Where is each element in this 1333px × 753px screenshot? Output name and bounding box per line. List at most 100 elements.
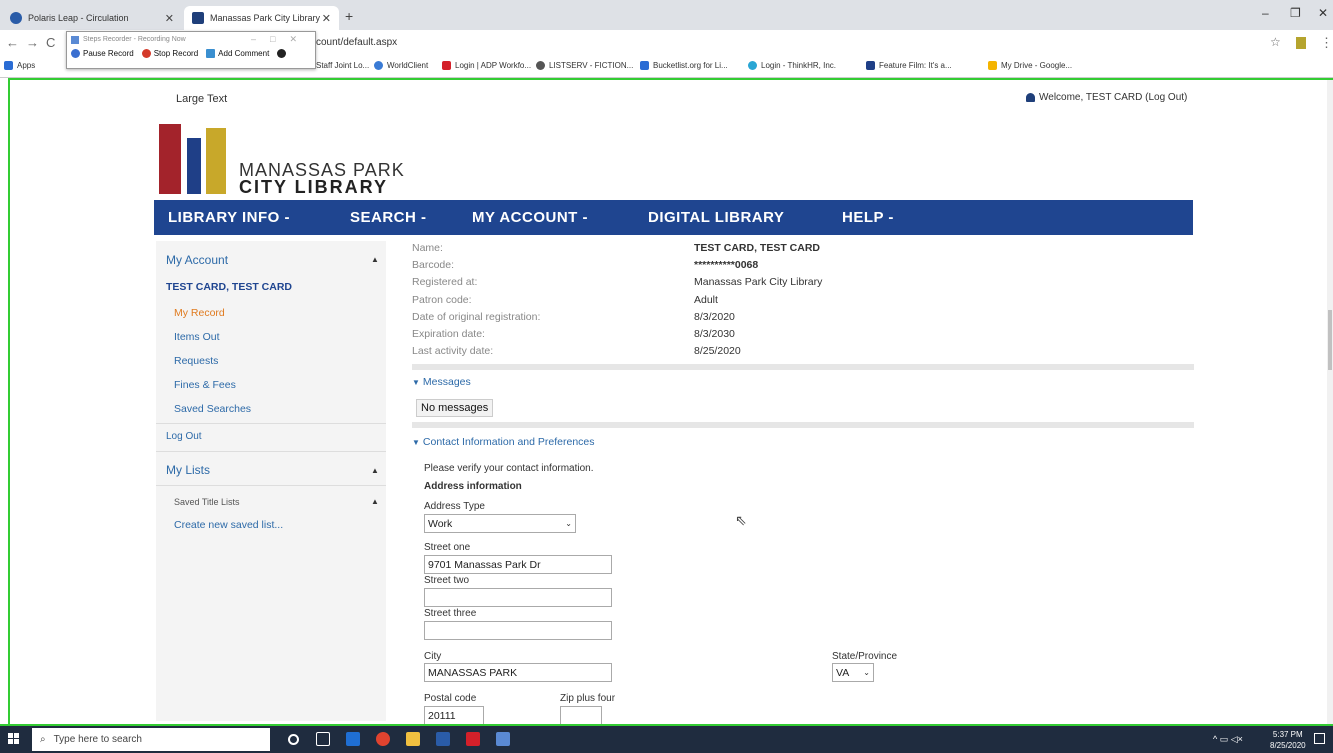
sidebar-item-my-record[interactable]: My Record bbox=[174, 307, 225, 319]
drive-icon bbox=[988, 61, 997, 70]
sidebar-my-account[interactable]: My Account bbox=[166, 253, 228, 267]
tab-polaris-leap[interactable]: Polaris Leap - Circulation ✕ bbox=[2, 6, 182, 30]
chevron-down-icon: ⌄ bbox=[565, 519, 572, 528]
search-icon: ⌕ bbox=[40, 734, 46, 745]
taskbar-clock[interactable]: 5:37 PM 8/25/2020 bbox=[1270, 729, 1306, 751]
bookmark-worldclient[interactable]: WorldClient bbox=[374, 61, 428, 70]
bookmark-apps[interactable]: Apps bbox=[4, 61, 35, 70]
sidebar-item-saved-searches[interactable]: Saved Searches bbox=[174, 403, 251, 415]
stop-record-button[interactable]: Stop Record bbox=[141, 49, 198, 58]
sidebar-item-items-out[interactable]: Items Out bbox=[174, 331, 220, 343]
windows-start-icon[interactable] bbox=[8, 733, 20, 745]
pause-record-button[interactable]: Pause Record bbox=[71, 49, 134, 58]
address-type-select[interactable]: Work ⌄ bbox=[424, 514, 576, 533]
bookmark-staff-joint[interactable]: Staff Joint Lo... bbox=[316, 61, 369, 70]
section-divider bbox=[412, 364, 1194, 370]
collapse-icon[interactable]: ▲ bbox=[371, 497, 379, 506]
street-two-input[interactable] bbox=[424, 588, 612, 607]
web-page: Large Text Welcome, TEST CARD (Log Out) … bbox=[8, 78, 1333, 724]
bookmark-adp[interactable]: Login | ADP Workfo... bbox=[442, 61, 531, 70]
nav-my-account[interactable]: MY ACCOUNT - bbox=[472, 209, 588, 226]
nav-digital-library[interactable]: DIGITAL LIBRARY bbox=[648, 209, 784, 226]
sidebar-create-list[interactable]: Create new saved list... bbox=[174, 519, 283, 531]
page-scrollbar[interactable] bbox=[1327, 80, 1333, 724]
city-label: City bbox=[424, 651, 442, 662]
city-input[interactable]: MANASSAS PARK bbox=[424, 663, 612, 682]
nav-search[interactable]: SEARCH - bbox=[350, 209, 427, 226]
chrome-icon[interactable] bbox=[376, 732, 390, 746]
contact-info-toggle[interactable]: ▼ Contact Information and Preferences bbox=[412, 436, 595, 448]
bookmark-my-drive[interactable]: My Drive - Google... bbox=[988, 61, 1072, 70]
cortana-icon[interactable] bbox=[288, 734, 299, 745]
url-bar[interactable]: count/default.aspx bbox=[316, 37, 397, 48]
bookmark-listserv[interactable]: LISTSERV - FICTION... bbox=[536, 61, 633, 70]
taskbar-search-input[interactable]: ⌕ Type here to search bbox=[32, 728, 270, 751]
bookmark-feature-film[interactable]: Feature Film: It's a... bbox=[866, 61, 952, 70]
scrollbar-thumb[interactable] bbox=[1328, 310, 1332, 370]
street-one-input[interactable]: 9701 Manassas Park Dr bbox=[424, 555, 612, 574]
steps-recorder-titlebar: Steps Recorder - Recording Now –□✕ bbox=[67, 32, 315, 47]
help-button[interactable] bbox=[277, 49, 289, 58]
state-select[interactable]: VA ⌄ bbox=[832, 663, 874, 682]
label-original-registration: Date of original registration: bbox=[412, 311, 541, 323]
sidebar-my-lists[interactable]: My Lists bbox=[166, 463, 210, 477]
restore-icon[interactable]: ❐ bbox=[1290, 6, 1301, 20]
address-type-label: Address Type bbox=[424, 501, 485, 512]
back-icon[interactable]: ← bbox=[6, 35, 19, 50]
sidebar-item-requests[interactable]: Requests bbox=[174, 355, 218, 367]
bookmark-thinkhr[interactable]: Login - ThinkHR, Inc. bbox=[748, 61, 836, 70]
steps-recorder-toolbar: Pause Record Stop Record Add Comment bbox=[67, 47, 315, 60]
large-text-link[interactable]: Large Text bbox=[176, 93, 227, 105]
reload-icon[interactable]: C bbox=[46, 35, 55, 50]
window-controls-icon[interactable]: –□✕ bbox=[251, 34, 311, 45]
value-last-activity: 8/25/2020 bbox=[694, 345, 741, 357]
divider bbox=[156, 485, 386, 486]
tab-title: Manassas Park City Library bbox=[210, 13, 321, 23]
zip-plus-four-input[interactable] bbox=[560, 706, 602, 724]
nav-help[interactable]: HELP - bbox=[842, 209, 894, 226]
sidebar-saved-title-lists[interactable]: Saved Title Lists bbox=[174, 497, 240, 507]
label-expiration-date: Expiration date: bbox=[412, 328, 485, 340]
add-comment-button[interactable]: Add Comment bbox=[206, 49, 269, 58]
steps-recorder-window: Steps Recorder - Recording Now –□✕ Pause… bbox=[66, 31, 316, 69]
postal-code-input[interactable]: 20111 bbox=[424, 706, 484, 724]
collapse-icon[interactable]: ▲ bbox=[371, 466, 379, 475]
menu-icon[interactable]: ⋮ bbox=[1320, 35, 1333, 51]
sidebar-log-out[interactable]: Log Out bbox=[166, 431, 202, 442]
messages-toggle[interactable]: ▼ Messages bbox=[412, 376, 471, 388]
logo-book-blue bbox=[187, 138, 201, 194]
sidebar-item-fines-fees[interactable]: Fines & Fees bbox=[174, 379, 236, 391]
system-tray-icons[interactable]: ^ ▭ ◁× bbox=[1213, 734, 1243, 745]
task-view-icon[interactable] bbox=[316, 732, 330, 746]
close-icon[interactable]: ✕ bbox=[165, 12, 174, 25]
library-logo[interactable]: MANASSAS PARK CITY LIBRARY bbox=[159, 124, 429, 198]
new-tab-icon[interactable]: + bbox=[345, 8, 353, 24]
value-registered-at: Manassas Park City Library bbox=[694, 276, 823, 288]
tab-manassas-park[interactable]: Manassas Park City Library ✕ bbox=[184, 6, 339, 30]
street-three-label: Street three bbox=[424, 608, 477, 619]
worldclient-icon bbox=[374, 61, 383, 70]
value-original-registration: 8/3/2020 bbox=[694, 311, 735, 323]
extension-icon[interactable] bbox=[1296, 37, 1306, 49]
notification-icon[interactable] bbox=[1314, 733, 1325, 744]
nav-library-info[interactable]: LIBRARY INFO - bbox=[168, 209, 290, 226]
bookmark-bucketlist[interactable]: Bucketlist.org for Li... bbox=[640, 61, 728, 70]
welcome-message[interactable]: Welcome, TEST CARD (Log Out) bbox=[1026, 92, 1187, 103]
globe-icon bbox=[536, 61, 545, 70]
close-icon[interactable]: ✕ bbox=[322, 12, 331, 25]
star-icon[interactable]: ☆ bbox=[1270, 35, 1281, 49]
sidebar-patron-name[interactable]: TEST CARD, TEST CARD bbox=[166, 281, 292, 293]
stop-icon bbox=[141, 49, 151, 58]
close-window-icon[interactable]: ✕ bbox=[1318, 6, 1328, 20]
acrobat-icon[interactable] bbox=[466, 732, 480, 746]
file-explorer-icon[interactable] bbox=[406, 732, 420, 746]
outlook-icon[interactable] bbox=[346, 732, 360, 746]
steps-recorder-taskbar-icon[interactable] bbox=[496, 732, 510, 746]
pause-icon bbox=[71, 49, 80, 58]
logo-book-gold bbox=[206, 128, 226, 194]
street-three-input[interactable] bbox=[424, 621, 612, 640]
minimize-icon[interactable]: – bbox=[1262, 6, 1269, 20]
word-icon[interactable] bbox=[436, 732, 450, 746]
forward-icon[interactable]: → bbox=[26, 35, 39, 50]
collapse-icon[interactable]: ▲ bbox=[371, 255, 379, 264]
